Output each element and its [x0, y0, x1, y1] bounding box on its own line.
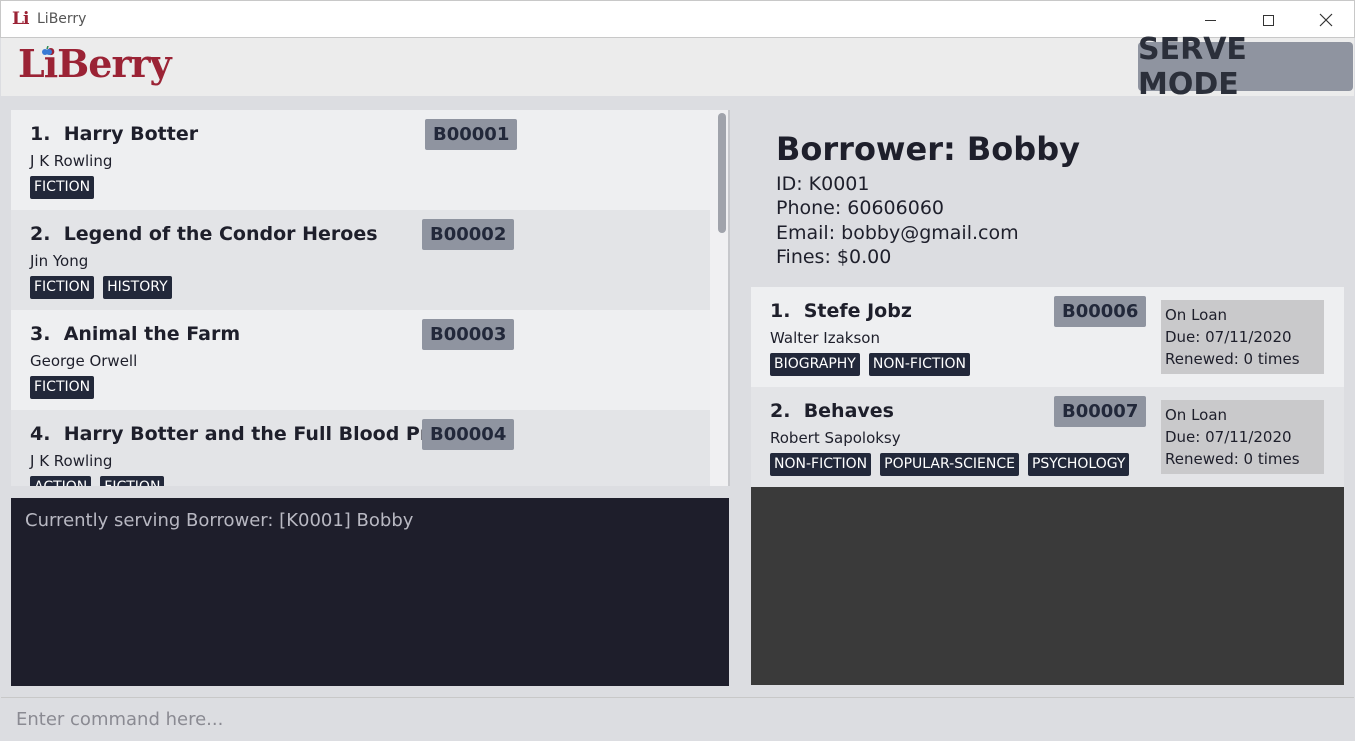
loan-book-code: B00006: [1054, 296, 1147, 327]
tag: PSYCHOLOGY: [1027, 453, 1130, 476]
borrower-email: Email: bobby@gmail.com: [776, 222, 1019, 244]
book-tags: ACTION FICTION: [30, 476, 165, 486]
tag: BIOGRAPHY: [770, 353, 860, 376]
book-author: J K Rowling: [30, 152, 113, 170]
loan-book-author: Walter Izakson: [770, 329, 880, 347]
book-tags: FICTION: [30, 176, 95, 199]
loan-due: Due: 07/11/2020: [1165, 328, 1292, 346]
tag: FICTION: [30, 276, 95, 299]
book-code: B00001: [425, 119, 518, 150]
loan-renewed: Renewed: 0 times: [1165, 450, 1300, 468]
book-title: 3. Animal the Farm: [30, 323, 241, 345]
berry-icon: [42, 46, 52, 55]
mode-badge: SERVE MODE: [1138, 32, 1353, 102]
maximize-icon: [1262, 14, 1274, 26]
loan-book-code: B00007: [1054, 396, 1147, 427]
book-list: 1. Harry Botter B00001 J K Rowling FICTI…: [11, 110, 710, 486]
loan-book-tags: NON-FICTION POPULAR-SCIENCE PSYCHOLOGY: [770, 453, 1130, 476]
book-title: 4. Harry Botter and the Full Blood Princ…: [30, 423, 474, 445]
book-author: George Orwell: [30, 352, 138, 370]
borrower-fines: Fines: $0.00: [776, 246, 892, 268]
borrower-panel: Borrower: Bobby ID: K0001 Phone: 6060606…: [751, 110, 1344, 286]
loan-status: On Loan: [1165, 406, 1228, 424]
tag: FICTION: [30, 176, 95, 199]
book-tags: FICTION: [30, 376, 95, 399]
close-icon: [1319, 13, 1333, 27]
book-card[interactable]: 3. Animal the Farm B00003 George Orwell …: [11, 310, 710, 410]
loan-card[interactable]: 1. Stefe Jobz B00006 Walter Izakson BIOG…: [751, 287, 1344, 387]
tag: HISTORY: [103, 276, 172, 299]
loan-book-title: 1. Stefe Jobz: [770, 300, 912, 322]
book-title: 2. Legend of the Condor Heroes: [30, 223, 378, 245]
book-author: Jin Yong: [30, 252, 89, 270]
borrower-id: ID: K0001: [776, 173, 870, 195]
loan-book-title: 2. Behaves: [770, 400, 894, 422]
book-list-scrollbar[interactable]: [715, 110, 729, 486]
tag: POPULAR-SCIENCE: [880, 453, 1019, 476]
tag: FICTION: [100, 476, 165, 486]
loan-renewed: Renewed: 0 times: [1165, 350, 1300, 368]
borrower-heading: Borrower: Bobby: [776, 130, 1080, 168]
tag: NON-FICTION: [868, 353, 971, 376]
panel-divider: [728, 110, 730, 486]
loan-status-box: On Loan Due: 07/11/2020 Renewed: 0 times: [1161, 300, 1324, 374]
book-code: B00002: [422, 219, 515, 250]
loan-card[interactable]: 2. Behaves B00007 Robert Sapoloksy NON-F…: [751, 387, 1344, 487]
tag: ACTION: [30, 476, 92, 486]
book-card[interactable]: 1. Harry Botter B00001 J K Rowling FICTI…: [11, 110, 710, 210]
scrollbar-thumb[interactable]: [718, 113, 726, 233]
app-icon: Li: [12, 9, 29, 29]
loan-due: Due: 07/11/2020: [1165, 428, 1292, 446]
borrower-phone: Phone: 60606060: [776, 197, 945, 219]
loan-status-box: On Loan Due: 07/11/2020 Renewed: 0 times: [1161, 400, 1324, 474]
book-title: 1. Harry Botter: [30, 123, 199, 145]
book-card[interactable]: 2. Legend of the Condor Heroes B00002 Ji…: [11, 210, 710, 310]
book-card[interactable]: 4. Harry Botter and the Full Blood Princ…: [11, 410, 710, 486]
tag: FICTION: [30, 376, 95, 399]
header-bar: LiBerry SERVE MODE: [1, 32, 1354, 102]
loan-book-tags: BIOGRAPHY NON-FICTION: [770, 353, 971, 376]
borrower-detail-empty-area: [751, 487, 1344, 685]
result-display: Currently serving Borrower: [K0001] Bobb…: [11, 498, 729, 686]
minimize-icon: [1204, 19, 1216, 21]
loan-book-author: Robert Sapoloksy: [770, 429, 901, 447]
book-author: J K Rowling: [30, 452, 113, 470]
command-bar: [1, 697, 1354, 741]
loan-list[interactable]: 1. Stefe Jobz B00006 Walter Izakson BIOG…: [751, 287, 1344, 487]
result-text: Currently serving Borrower: [K0001] Bobb…: [25, 510, 414, 531]
book-code: B00004: [422, 419, 515, 450]
book-code: B00003: [422, 319, 515, 350]
window-title: LiBerry: [37, 11, 87, 27]
tag: NON-FICTION: [770, 453, 872, 476]
command-input[interactable]: [1, 698, 1354, 741]
loan-status: On Loan: [1165, 306, 1228, 324]
book-tags: FICTION HISTORY: [30, 276, 172, 299]
book-list-panel[interactable]: 1. Harry Botter B00001 J K Rowling FICTI…: [11, 110, 729, 486]
